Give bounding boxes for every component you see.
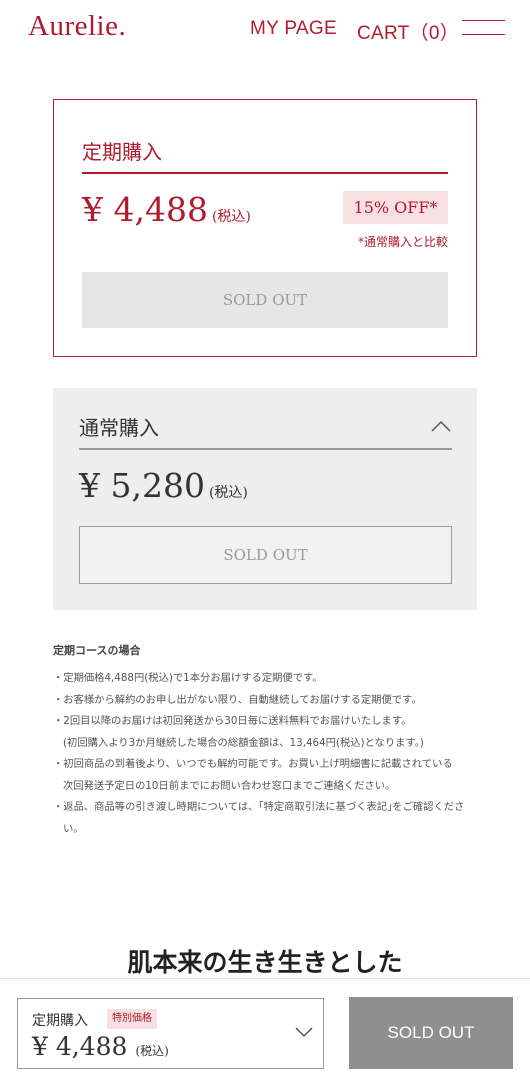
menu-line [462,34,505,35]
bottom-sold-out-button[interactable]: SOLD OUT [349,997,513,1069]
cart-link[interactable]: CART（0） [357,18,459,45]
tax-label: (税込) [211,209,251,225]
my-page-link[interactable]: MY PAGE [250,18,337,40]
subscription-price: ¥ 4,488 (税込) [82,190,251,229]
normal-sold-out-button[interactable]: SOLD OUT [79,526,452,584]
price-value: ¥ 4,488 [32,1032,128,1061]
subscription-notes: 定期コースの場合 ・定期価格4,488円(税込)で1本分お届けする定期便です。 … [53,642,483,840]
note-item: ・お客様から解約のお申し出がない限り、自動継続してお届けする定期便です。 [53,693,422,706]
tax-label: (税込) [135,1044,169,1058]
note-item: ・2回目以降のお届けは初回発送から30日毎に送料無料でお届けいたします。 (初回… [53,715,424,749]
notes-list: ・定期価格4,488円(税込)で1本分お届けする定期便です。 ・お客様から解約の… [53,668,483,840]
tax-label: (税込) [208,485,248,501]
normal-title: 通常購入 [79,416,159,440]
divider [79,448,452,450]
divider [82,172,448,174]
brand-logo[interactable]: Aurelie. [28,10,126,43]
price-value: ¥ 4,488 [82,190,208,229]
discount-badge: 15% OFF* [343,191,448,224]
note-item: ・初回商品の到着後より、いつでも解約可能です。お買い上げ明細書に記載されている … [53,758,453,792]
chevron-up-icon[interactable] [431,420,451,432]
subscription-sold-out-button[interactable]: SOLD OUT [82,272,448,328]
notes-heading: 定期コースの場合 [53,644,141,657]
sticky-purchase-bar: 定期購入 特別価格 ¥ 4,488 (税込) SOLD OUT [0,978,530,1080]
special-price-badge: 特別価格 [107,1009,157,1029]
selected-price: ¥ 4,488 (税込) [32,1032,169,1061]
hamburger-menu-icon[interactable] [462,20,505,36]
price-value: ¥ 5,280 [79,466,205,505]
purchase-type-select[interactable]: 定期購入 特別価格 ¥ 4,488 (税込) [17,998,324,1069]
compare-note: *通常購入と比較 [357,235,448,249]
subscription-purchase-card[interactable]: 定期購入 ¥ 4,488 (税込) 15% OFF* *通常購入と比較 SOLD … [53,99,477,357]
normal-price: ¥ 5,280 (税込) [79,466,248,505]
chevron-down-icon[interactable] [295,1027,313,1038]
section-heading: 肌本来の生き生きとした [127,948,403,977]
subscription-title: 定期購入 [82,140,162,164]
site-header: Aurelie. MY PAGE CART（0） [0,0,530,58]
note-item: ・定期価格4,488円(税込)で1本分お届けする定期便です。 [53,672,323,684]
normal-purchase-card[interactable]: 通常購入 ¥ 5,280 (税込) SOLD OUT [53,388,477,610]
selected-purchase-type: 定期購入 [32,1013,88,1029]
note-item: ・返品、商品等の引き渡し時期については、｢特定商取引法に基づく表記｣をご確認くだ… [53,801,465,835]
menu-line [462,20,505,21]
